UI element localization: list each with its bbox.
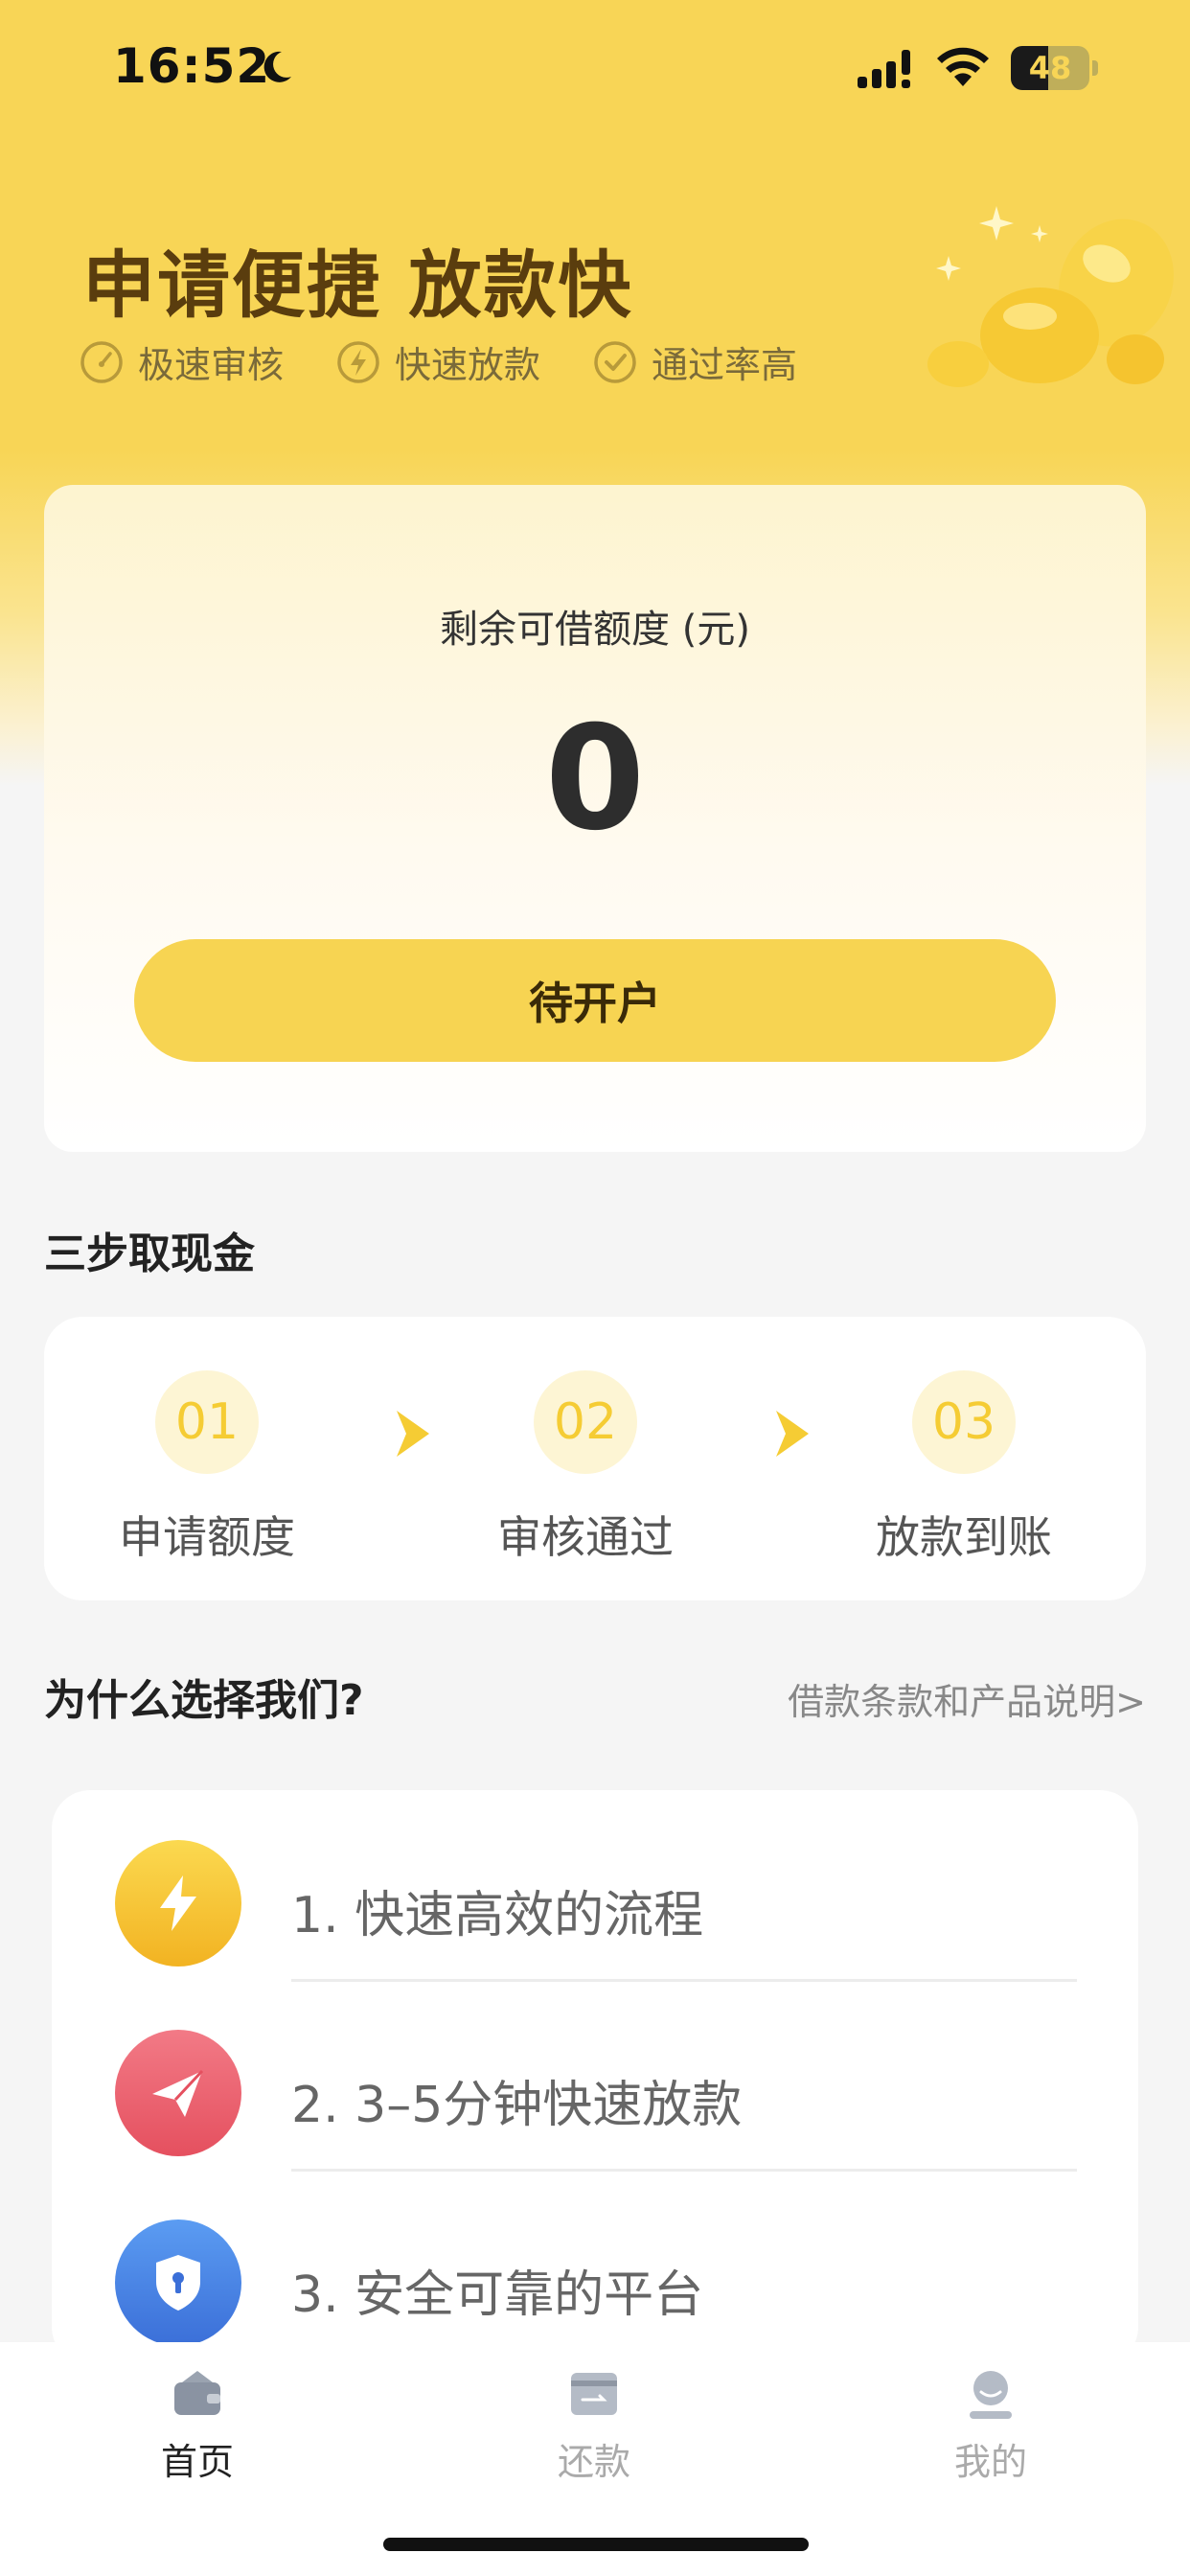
- speedometer-icon: [80, 340, 123, 383]
- card-icon: [571, 2373, 617, 2415]
- steps-title: 三步取现金: [44, 1230, 255, 1278]
- paper-plane-icon: [115, 2030, 241, 2156]
- why-title: 为什么选择我们?: [44, 1676, 364, 1725]
- tab-label: 首页: [160, 2441, 234, 2483]
- cellular-signal-icon: [858, 50, 910, 88]
- feature-high-approval: 通过率高: [592, 335, 797, 388]
- tab-repay[interactable]: 还款: [489, 2365, 699, 2485]
- user-icon: [970, 2371, 1012, 2419]
- why-item: 1. 快速高效的流程: [52, 1790, 1138, 1982]
- status-time: 16:52: [113, 38, 271, 94]
- tab-home[interactable]: 首页: [92, 2365, 303, 2485]
- shield-icon: [115, 2220, 241, 2346]
- tab-label: 还款: [557, 2441, 630, 2483]
- open-account-button[interactable]: 待开户: [134, 939, 1056, 1062]
- check-circle-icon: [594, 340, 636, 383]
- chevron-right-icon: [776, 1411, 809, 1457]
- tab-label: 我的: [953, 2441, 1027, 2483]
- status-bar: 16:52 48: [0, 0, 1190, 144]
- why-card: 1. 快速高效的流程 2. 3–5分钟快速放款 3. 安全可靠的平台: [52, 1790, 1138, 2365]
- lightning-icon: [115, 1840, 241, 1966]
- feature-label: 通过率高: [652, 344, 798, 386]
- credit-card: 剩余可借额度 (元) 0 待开户: [44, 485, 1146, 1152]
- wifi-icon: [937, 47, 989, 86]
- feature-fast-review: 极速审核: [79, 335, 284, 388]
- chevron-right-icon: [397, 1411, 429, 1457]
- bean-mascot-illustration: [927, 206, 1174, 387]
- battery-level: 48: [1028, 50, 1072, 86]
- credit-amount: 0: [544, 696, 646, 862]
- why-text: 2. 3–5分钟快速放款: [291, 2077, 743, 2134]
- loan-terms-link[interactable]: 借款条款和产品说明>: [788, 1672, 1146, 1725]
- why-item: 3. 安全可靠的平台: [52, 2170, 1138, 2359]
- step-number: 01: [155, 1370, 259, 1474]
- credit-label: 剩余可借额度 (元): [440, 608, 750, 652]
- why-text: 3. 安全可靠的平台: [291, 2266, 704, 2324]
- step-label: 审核通过: [497, 1511, 674, 1563]
- why-item: 2. 3–5分钟快速放款: [52, 1980, 1138, 2172]
- hero-title: 申请便捷 放款快: [82, 242, 633, 328]
- step-item: 01 申请额度: [82, 1370, 332, 1566]
- step-label: 放款到账: [876, 1511, 1052, 1563]
- lightning-circle-icon: [337, 340, 379, 383]
- why-text: 1. 快速高效的流程: [291, 1887, 704, 1944]
- step-number: 02: [534, 1370, 637, 1474]
- home-indicator: [383, 2538, 809, 2551]
- step-number: 03: [912, 1370, 1016, 1474]
- step-label: 申请额度: [119, 1511, 295, 1563]
- feature-label: 极速审核: [138, 344, 285, 386]
- feature-label: 快速放款: [395, 344, 541, 386]
- steps-card: 01 申请额度 02 审核通过 03 放款到账: [44, 1317, 1146, 1600]
- tab-mine[interactable]: 我的: [885, 2365, 1096, 2485]
- feature-fast-loan: 快速放款: [335, 335, 540, 388]
- feature-list: 极速审核 快速放款 通过率高: [79, 335, 849, 388]
- step-item: 02 审核通过: [461, 1370, 710, 1566]
- step-item: 03 放款到账: [839, 1370, 1088, 1566]
- moon-icon: [263, 51, 291, 82]
- wallet-icon: [174, 2371, 220, 2415]
- battery-icon: 48: [1011, 46, 1099, 90]
